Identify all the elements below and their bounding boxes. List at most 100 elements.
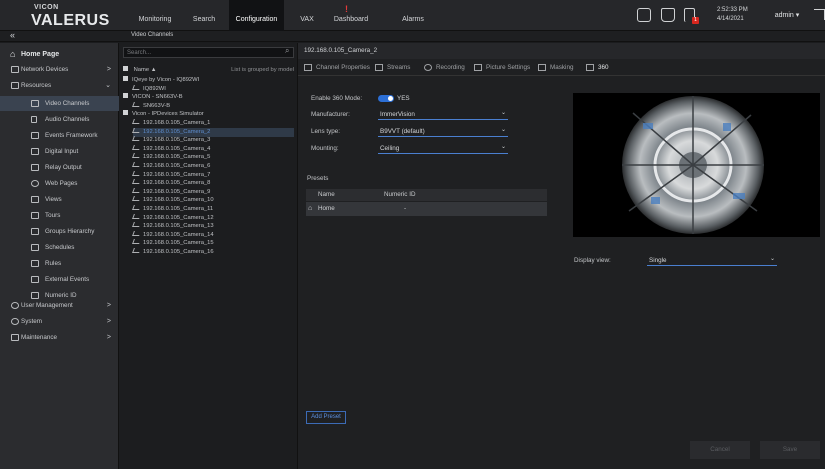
- cancel-button[interactable]: Cancel: [690, 441, 750, 459]
- tree-item-label: IQ892WI: [143, 85, 166, 92]
- grouping-label: List is grouped by model: [231, 67, 294, 73]
- enable-360-label: Enable 360 Mode:: [311, 95, 363, 102]
- sidebar: ⌂ Home Page Network Devices > Resources …: [0, 43, 119, 469]
- sidebar-item-label: Rules: [45, 260, 62, 267]
- add-preset-button[interactable]: Add Preset: [306, 411, 346, 424]
- nav-monitoring[interactable]: Monitoring: [133, 0, 177, 31]
- user-menu[interactable]: admin ▾: [763, 6, 811, 26]
- display-view-select[interactable]: Single ⌄: [647, 254, 777, 266]
- camera-icon: [132, 239, 141, 245]
- picture-icon: [474, 63, 482, 71]
- presets-title: Presets: [307, 175, 329, 182]
- fisheye-preview[interactable]: [573, 93, 820, 237]
- notification-badge: 1: [692, 17, 699, 24]
- chevron-down-icon: ⌄: [500, 127, 506, 133]
- tab-recording[interactable]: Recording: [424, 60, 465, 76]
- brand-logo-top: VICON: [34, 4, 59, 11]
- lens-type-select[interactable]: B9VVT (default) ⌄: [378, 125, 508, 137]
- sidebar-item-groups-hierarchy[interactable]: Groups Hierarchy: [0, 224, 119, 239]
- manufacturer-label: Manufacturer:: [311, 111, 350, 118]
- tree-header[interactable]: Name ▲ List is grouped by model: [123, 66, 294, 75]
- camera-icon: [132, 127, 141, 133]
- streams-icon: [375, 63, 383, 71]
- tab-streams[interactable]: Streams: [375, 60, 410, 76]
- column-numeric-id-header: Numeric ID: [384, 191, 416, 198]
- tab-picture-settings[interactable]: Picture Settings: [474, 60, 530, 76]
- sidebar-item-web-pages[interactable]: Web Pages: [0, 176, 119, 191]
- nav-configuration[interactable]: Configuration: [229, 0, 284, 31]
- collapse-all-icon[interactable]: [123, 66, 128, 71]
- save-button[interactable]: Save: [760, 441, 820, 459]
- clock-time: 2:52:33 PM: [717, 7, 748, 13]
- relay-output-icon: [31, 164, 39, 171]
- display-view-value: Single: [649, 257, 667, 264]
- monitor-icon[interactable]: [637, 8, 651, 22]
- manufacturer-select[interactable]: ImmerVision ⌄: [378, 108, 508, 120]
- search-icon[interactable]: ⌕: [285, 46, 289, 56]
- chevron-right-icon: >: [106, 66, 111, 73]
- sidebar-item-label: Events Framework: [45, 132, 98, 139]
- masking-icon: [538, 63, 546, 71]
- tab-label: Masking: [550, 64, 574, 71]
- chevron-right-icon: >: [106, 318, 111, 325]
- presets-header: Name Numeric ID: [306, 189, 547, 201]
- search-input[interactable]: Search...: [123, 47, 294, 58]
- sidebar-item-label: Video Channels: [45, 100, 90, 107]
- channel-path: 192.168.0.105_Camera_2: [298, 43, 825, 59]
- sidebar-item-system[interactable]: System >: [0, 314, 119, 329]
- display-view-label: Display view:: [574, 257, 611, 264]
- sidebar-item-events-framework[interactable]: Events Framework: [0, 128, 119, 143]
- sidebar-item-rules[interactable]: Rules: [0, 256, 119, 271]
- rules-icon: [31, 260, 39, 267]
- page-title: Video Channels: [131, 32, 174, 38]
- tree-item-label: 192.168.0.105_Camera_8: [143, 180, 211, 187]
- collapse-icon[interactable]: «: [10, 30, 15, 40]
- sidebar-item-label: Digital Input: [45, 148, 79, 155]
- tree-item-label: 192.168.0.105_Camera_11: [143, 206, 214, 212]
- sidebar-item-maintenance[interactable]: Maintenance >: [0, 330, 119, 345]
- nav-search[interactable]: Search: [187, 0, 221, 31]
- tree-item-label: 192.168.0.105_Camera_16: [143, 249, 214, 255]
- chevron-right-icon: >: [106, 334, 111, 341]
- fisheye-image: [622, 96, 764, 234]
- export-icon[interactable]: [661, 8, 675, 22]
- tours-icon: [31, 212, 39, 219]
- tab-masking[interactable]: Masking: [538, 60, 573, 76]
- breadcrumb: « Video Channels: [0, 30, 825, 42]
- sidebar-item-label: Home Page: [21, 51, 60, 58]
- mounting-select[interactable]: Ceiling ⌄: [378, 142, 508, 154]
- sidebar-item-resources[interactable]: Resources ⌄: [0, 78, 119, 93]
- sidebar-item-audio-channels[interactable]: Audio Channels: [0, 112, 119, 127]
- sidebar-item-user-management[interactable]: User Management >: [0, 298, 119, 313]
- tab-channel-properties[interactable]: Channel Properties: [304, 60, 370, 76]
- preset-numeric-id: -: [404, 205, 407, 212]
- sidebar-item-video-channels[interactable]: Video Channels: [0, 96, 119, 111]
- tree-item-label: 192.168.0.105_Camera_9: [143, 188, 211, 195]
- sidebar-item-schedules[interactable]: Schedules: [0, 240, 119, 255]
- sidebar-item-digital-input[interactable]: Digital Input: [0, 144, 119, 159]
- fullscreen-icon[interactable]: [814, 9, 825, 20]
- camera-icon: [132, 136, 141, 142]
- column-name-header[interactable]: Name ▲: [134, 67, 157, 73]
- tab-label: Streams: [387, 64, 411, 71]
- nav-alarms[interactable]: Alarms: [396, 0, 430, 31]
- sidebar-item-relay-output[interactable]: Relay Output: [0, 160, 119, 175]
- nav-dashboard[interactable]: Dashboard: [328, 0, 374, 31]
- tree-item[interactable]: 192.168.0.105_Camera_16: [132, 248, 294, 257]
- sidebar-item-external-events[interactable]: External Events: [0, 272, 119, 287]
- sidebar-item-tours[interactable]: Tours: [0, 208, 119, 223]
- preset-row[interactable]: ⌂ Home -: [306, 202, 547, 216]
- tree-item-label: 192.168.0.105_Camera_5: [143, 154, 211, 161]
- tree-item-label: 192.168.0.105_Camera_14: [143, 231, 214, 238]
- camera-icon: [132, 153, 141, 159]
- sidebar-item-views[interactable]: Views: [0, 192, 119, 207]
- enable-360-toggle[interactable]: [378, 95, 394, 102]
- nav-vax[interactable]: VAX: [296, 0, 318, 31]
- sidebar-item-label: Views: [45, 196, 62, 203]
- sidebar-item-home[interactable]: ⌂ Home Page: [0, 47, 119, 62]
- tree-item-label: 192.168.0.105_Camera_2: [143, 128, 211, 135]
- chevron-down-icon: ⌄: [769, 256, 775, 262]
- camera-icon: [132, 222, 141, 228]
- tab-360[interactable]: 360: [586, 60, 609, 76]
- sidebar-item-network-devices[interactable]: Network Devices >: [0, 62, 119, 77]
